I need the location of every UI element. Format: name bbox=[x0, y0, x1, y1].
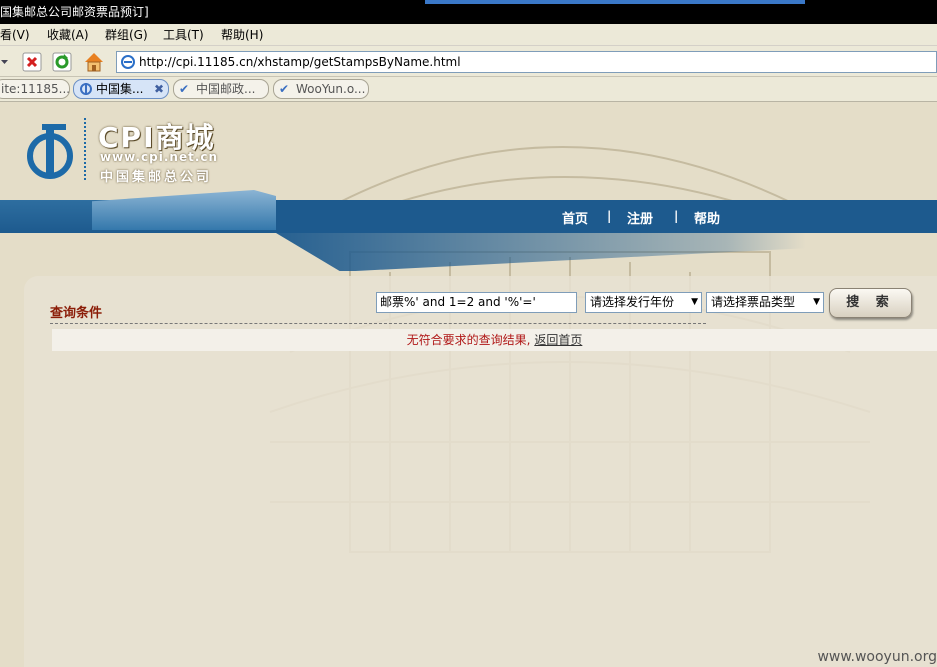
address-bar[interactable]: http://cpi.11185.cn/xhstamp/getStampsByN… bbox=[116, 51, 937, 73]
ie-tab-icon bbox=[79, 82, 93, 96]
ie-page-icon bbox=[121, 55, 135, 69]
menu-bar: 看(V) 收藏(A) 群组(G) 工具(T) 帮助(H) bbox=[0, 24, 937, 46]
refresh-icon[interactable] bbox=[50, 50, 74, 74]
nav-register[interactable]: 注册 bbox=[627, 208, 653, 227]
address-url: http://cpi.11185.cn/xhstamp/getStampsByN… bbox=[139, 55, 461, 69]
dropdown-arrow-icon[interactable] bbox=[0, 50, 10, 74]
result-bar: 无符合要求的查询结果, 返回首页 bbox=[52, 329, 937, 351]
nav-band: 首页 | 注册 | 帮助 bbox=[0, 190, 937, 233]
home-icon[interactable] bbox=[82, 50, 106, 74]
no-result-message: 无符合要求的查询结果, bbox=[406, 333, 531, 347]
cpi-logo[interactable]: CPI商城 www.cpi.net.cn 中国集邮总公司 bbox=[24, 116, 284, 186]
logo-divider bbox=[84, 118, 88, 180]
back-home-link[interactable]: 返回首页 bbox=[534, 333, 582, 347]
tab-label: WooYun.o... bbox=[296, 82, 366, 96]
tab-wooyun[interactable]: ✔ WooYun.o... bbox=[273, 79, 369, 99]
keyword-input[interactable]: 邮票%' and 1=2 and '%'=' bbox=[376, 292, 577, 313]
menu-favorites[interactable]: 收藏(A) bbox=[47, 24, 89, 46]
menu-view[interactable]: 看(V) bbox=[0, 24, 30, 46]
menu-groups[interactable]: 群组(G) bbox=[105, 24, 148, 46]
query-title: 查询条件 bbox=[50, 306, 103, 321]
nav-separator: | bbox=[674, 209, 679, 223]
issue-year-select[interactable]: 请选择发行年份 ▼ bbox=[585, 292, 702, 313]
stop-icon[interactable] bbox=[20, 50, 44, 74]
window-title-bar: 国集邮总公司邮资票品预订] bbox=[0, 0, 937, 24]
title-bar-highlight bbox=[425, 0, 805, 4]
checkmark-icon: ✔ bbox=[279, 82, 290, 96]
query-divider bbox=[50, 323, 706, 324]
window-title: 国集邮总公司邮资票品预订] bbox=[0, 5, 149, 19]
tab-label: 中国邮政... bbox=[196, 82, 256, 96]
tab-label: 中国集... bbox=[96, 82, 144, 96]
nav-home[interactable]: 首页 bbox=[562, 208, 588, 227]
nav-separator: | bbox=[607, 209, 612, 223]
menu-tools[interactable]: 工具(T) bbox=[163, 24, 204, 46]
watermark: www.wooyun.org bbox=[817, 649, 937, 665]
chevron-down-icon: ▼ bbox=[691, 297, 698, 307]
cpi-emblem-icon bbox=[27, 124, 73, 179]
tab-cpi-site[interactable]: ite:11185... bbox=[0, 79, 70, 99]
nav-help[interactable]: 帮助 bbox=[694, 208, 720, 227]
menu-help[interactable]: 帮助(H) bbox=[221, 24, 263, 46]
tab-china-post[interactable]: ✔ 中国邮政... bbox=[173, 79, 269, 99]
search-button[interactable]: 搜 索 bbox=[829, 288, 912, 318]
checkmark-icon: ✔ bbox=[179, 82, 190, 96]
tab-bar: ite:11185... 中国集... ✖ ✔ 中国邮政... ✔ WooYun… bbox=[0, 77, 937, 102]
stamp-type-select[interactable]: 请选择票品类型 ▼ bbox=[706, 292, 824, 313]
chevron-down-icon: ▼ bbox=[813, 297, 820, 307]
logo-url: www.cpi.net.cn bbox=[100, 150, 219, 164]
close-tab-icon[interactable]: ✖ bbox=[154, 80, 164, 98]
web-page: CPI商城 www.cpi.net.cn 中国集邮总公司 首页 | 注册 | 帮… bbox=[0, 102, 937, 667]
tab-cpi-active[interactable]: 中国集... ✖ bbox=[73, 79, 169, 99]
tab-label: ite:11185... bbox=[1, 82, 70, 96]
stamp-type-value: 请选择票品类型 bbox=[711, 295, 796, 309]
logo-company: 中国集邮总公司 bbox=[100, 170, 213, 185]
issue-year-value: 请选择发行年份 bbox=[590, 295, 675, 309]
nav-band-accent bbox=[92, 190, 276, 230]
